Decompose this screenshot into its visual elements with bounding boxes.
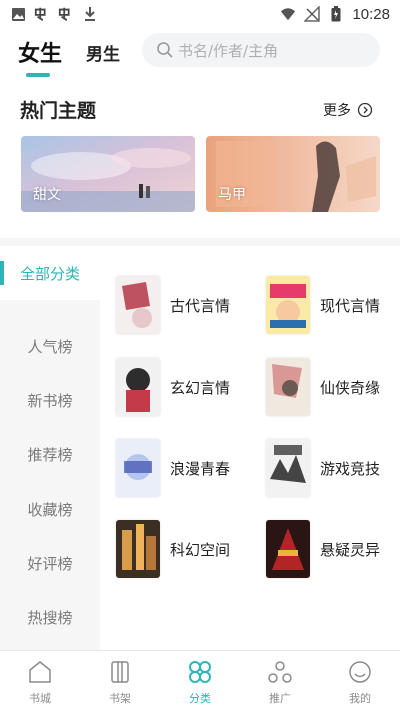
image-icon <box>10 6 26 22</box>
book-cover <box>266 439 310 497</box>
nav-label: 我的 <box>349 692 371 705</box>
sidebar-item-label: 收藏榜 <box>27 500 73 519</box>
sidebar-item-label: 热搜榜 <box>27 608 73 627</box>
chevron-right-icon <box>357 102 373 118</box>
category-label: 现代言情 <box>320 296 381 315</box>
tab-male[interactable]: 男生 <box>86 40 120 65</box>
nav-label: 书城 <box>29 692 51 705</box>
download-icon <box>82 6 98 22</box>
category-label: 玄幻言情 <box>170 378 231 397</box>
category-label: 科幻空间 <box>170 540 231 559</box>
category-icon <box>187 659 213 685</box>
book-cover <box>266 276 310 334</box>
active-indicator <box>0 261 4 285</box>
book-cover <box>116 520 160 578</box>
topic-card-label: 甜文 <box>33 187 61 203</box>
category-item[interactable]: 仙侠奇缘 <box>266 357 400 417</box>
search-placeholder: 书名/作者/主角 <box>178 41 279 60</box>
sidebar-item-label: 全部分类 <box>19 264 80 283</box>
category-label: 古代言情 <box>170 296 231 315</box>
tab-male-label: 男生 <box>86 44 121 65</box>
sidebar-item-all[interactable]: 全部分类 <box>0 246 100 300</box>
category-item[interactable]: 现代言情 <box>266 275 400 335</box>
nav-promotion[interactable]: 推广 <box>240 651 320 711</box>
bottom-nav: 书城 书架 分类 推广 我的 <box>0 650 400 711</box>
header: 女生 男生 书名/作者/主角 <box>0 30 400 77</box>
sidebar-item-label: 人气榜 <box>27 337 73 356</box>
battery-icon <box>328 6 344 22</box>
book-cover <box>116 276 160 334</box>
nav-label: 推广 <box>269 692 291 705</box>
topic-card-disguise[interactable]: 马甲 <box>206 136 380 212</box>
sidebar-item-popular[interactable]: 人气榜 <box>0 319 100 373</box>
category-sidebar: 全部分类 人气榜 新书榜 推荐榜 收藏榜 好评榜 热搜榜 <box>0 246 100 650</box>
status-time: 10:28 <box>352 5 390 23</box>
category-item[interactable]: 悬疑灵异 <box>266 519 400 579</box>
nav-bookshelf[interactable]: 书架 <box>80 651 160 711</box>
category-label: 浪漫青春 <box>170 459 231 478</box>
category-item[interactable]: 浪漫青春 <box>116 438 256 498</box>
category-item[interactable]: 玄幻言情 <box>116 357 256 417</box>
book-cover <box>116 358 160 416</box>
app-notification-icon <box>34 6 50 22</box>
nav-label: 书架 <box>109 692 131 705</box>
category-item[interactable]: 游戏竞技 <box>266 438 400 498</box>
more-label: 更多 <box>323 103 351 119</box>
sidebar-item-top-rated[interactable]: 好评榜 <box>0 536 100 590</box>
search-input[interactable]: 书名/作者/主角 <box>142 33 380 67</box>
section-divider <box>0 238 400 246</box>
sidebar-item-favorites[interactable]: 收藏榜 <box>0 482 100 536</box>
category-label: 仙侠奇缘 <box>320 378 381 397</box>
app-notification-icon <box>58 6 74 22</box>
tab-female-label: 女生 <box>18 42 63 67</box>
category-label: 游戏竞技 <box>320 459 381 478</box>
no-signal-icon <box>304 6 321 22</box>
sidebar-item-new[interactable]: 新书榜 <box>0 373 100 427</box>
book-cover <box>266 358 310 416</box>
category-item[interactable]: 科幻空间 <box>116 519 256 579</box>
sidebar-item-label: 推荐榜 <box>27 445 73 464</box>
topic-card-sweet[interactable]: 甜文 <box>21 136 195 212</box>
book-cover <box>266 520 310 578</box>
wifi-icon <box>280 6 296 22</box>
nav-category[interactable]: 分类 <box>160 651 240 711</box>
sidebar-item-label: 好评榜 <box>27 554 73 573</box>
status-bar: 10:28 <box>0 0 400 28</box>
smiley-icon <box>347 659 373 685</box>
home-icon <box>27 659 53 685</box>
topic-card-label: 马甲 <box>218 187 246 203</box>
share-icon <box>267 659 293 685</box>
nav-label: 分类 <box>189 692 211 705</box>
category-label: 悬疑灵异 <box>320 540 381 559</box>
more-link[interactable]: 更多 <box>323 100 373 120</box>
sidebar-item-label: 新书榜 <box>27 391 73 410</box>
sidebar-item-recommended[interactable]: 推荐榜 <box>0 427 100 481</box>
hot-topics-title: 热门主题 <box>20 100 97 122</box>
active-tab-indicator <box>26 73 50 77</box>
category-item[interactable]: 古代言情 <box>116 275 256 335</box>
book-cover <box>116 439 160 497</box>
search-icon <box>156 41 174 59</box>
nav-profile[interactable]: 我的 <box>320 651 400 711</box>
tab-female[interactable]: 女生 <box>18 36 63 77</box>
nav-bookstore[interactable]: 书城 <box>0 651 80 711</box>
sidebar-item-trending-search[interactable]: 热搜榜 <box>0 590 100 644</box>
bookshelf-icon <box>107 659 133 685</box>
